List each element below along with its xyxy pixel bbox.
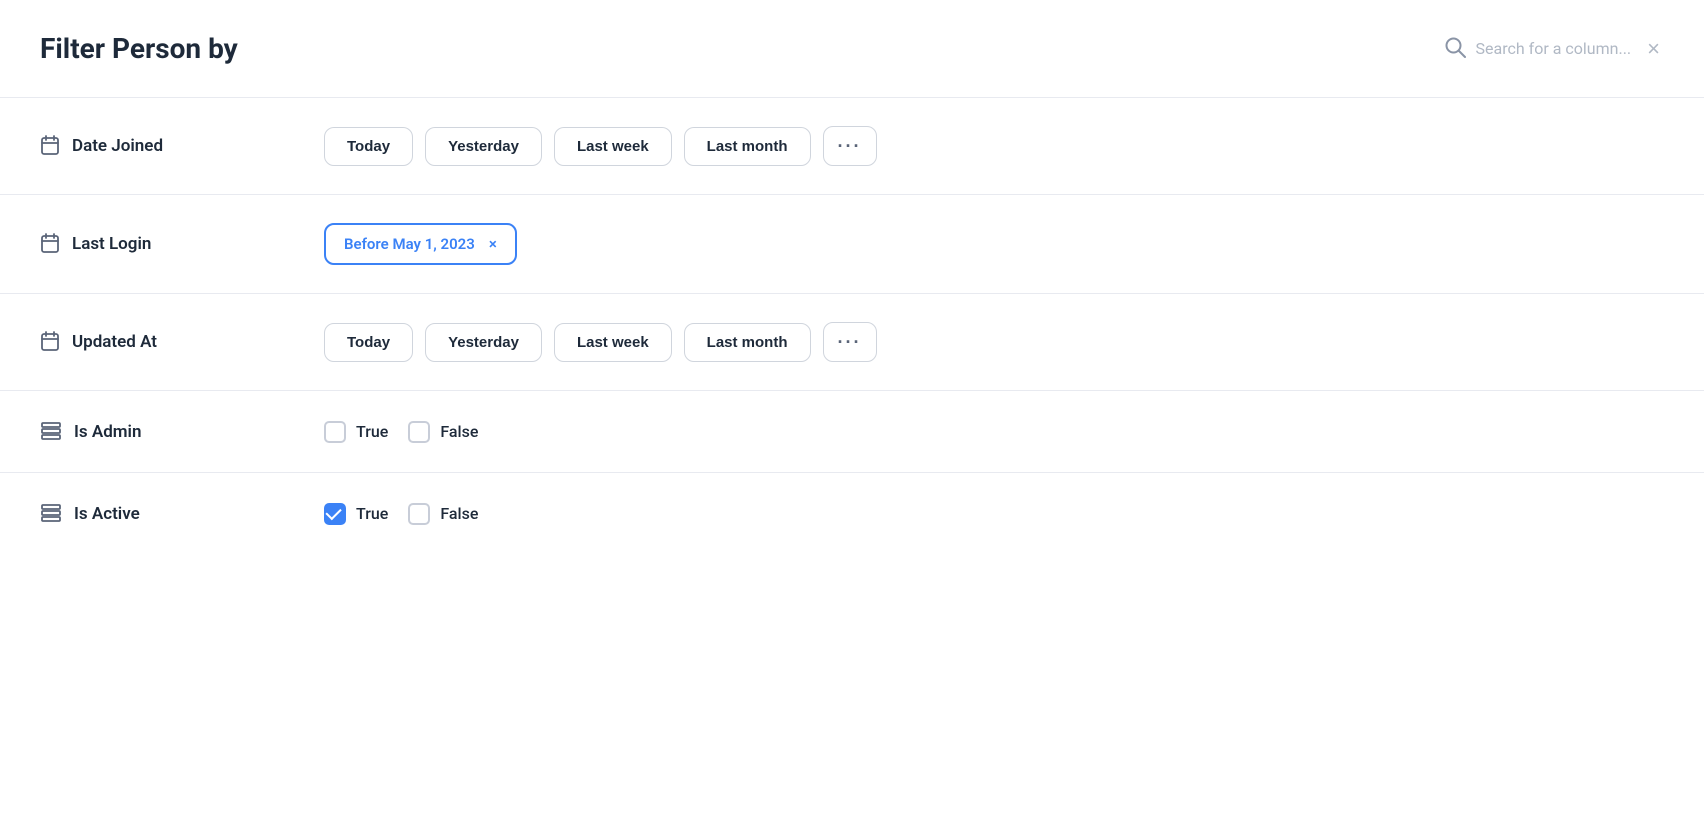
checkbox-box-false-is_active[interactable] — [408, 503, 430, 525]
filter-row-inner-is_active: Is Active True False — [40, 473, 1664, 554]
checkbox-false-label-is_active: False — [440, 504, 478, 523]
filter-panel: Filter Person by Search for a column... … — [0, 0, 1704, 554]
checkbox-false-is_active[interactable]: False — [408, 503, 478, 525]
filter-options-is_admin: True False — [324, 421, 1664, 443]
checkbox-false-label-is_admin: False — [440, 422, 478, 441]
checkbox-true-label-is_active: True — [356, 504, 388, 523]
checkbox-true-is_admin[interactable]: True — [324, 421, 388, 443]
field-name-last_login: Last Login — [72, 234, 151, 254]
active-filter-tag-last_login[interactable]: Before May 1, 2023 × — [324, 223, 517, 265]
checkbox-box-true-is_admin[interactable] — [324, 421, 346, 443]
field-name-is_active: Is Active — [74, 504, 140, 524]
filter-row-inner-last_login: Last Login Before May 1, 2023 × — [40, 195, 1664, 293]
stack-icon — [40, 419, 62, 444]
checkbox-true-is_active[interactable]: True — [324, 503, 388, 525]
checkbox-box-false-is_admin[interactable] — [408, 421, 430, 443]
filter-row-inner-date_joined: Date Joined Today Yesterday Last week Last … — [40, 98, 1664, 194]
field-label-last_login: Last Login — [40, 233, 300, 256]
filter-btn-date_joined-last-month[interactable]: Last month — [684, 127, 811, 166]
field-label-is_admin: Is Admin — [40, 419, 300, 444]
panel-title: Filter Person by — [40, 32, 238, 65]
filter-btn-date_joined-today[interactable]: Today — [324, 127, 413, 166]
search-placeholder-text: Search for a column... — [1476, 39, 1632, 58]
filter-row-last_login: Last Login Before May 1, 2023 × — [40, 195, 1664, 294]
filter-options-last_login: Before May 1, 2023 × — [324, 223, 1664, 265]
filter-btn-updated_at-last-week[interactable]: Last week — [554, 323, 672, 362]
filter-row-is_active: Is Active True False — [40, 473, 1664, 554]
filter-row-inner-updated_at: Updated At Today Yesterday Last week Last m… — [40, 294, 1664, 390]
filter-btn-updated_at-yesterday[interactable]: Yesterday — [425, 323, 542, 362]
filter-rows-container: Date Joined Today Yesterday Last week Last … — [40, 98, 1664, 554]
stack-icon — [40, 501, 62, 526]
remove-filter-last_login[interactable]: × — [489, 235, 497, 253]
field-name-is_admin: Is Admin — [74, 422, 141, 442]
field-label-updated_at: Updated At — [40, 331, 300, 354]
calendar-icon — [40, 331, 60, 354]
filter-btn-date_joined-yesterday[interactable]: Yesterday — [425, 127, 542, 166]
search-icon — [1444, 36, 1466, 62]
close-button[interactable]: × — [1643, 34, 1664, 64]
panel-header: Filter Person by Search for a column... … — [40, 32, 1664, 65]
filter-row-date_joined: Date Joined Today Yesterday Last week Last … — [40, 98, 1664, 195]
filter-row-updated_at: Updated At Today Yesterday Last week Last m… — [40, 294, 1664, 391]
checkbox-group-is_admin: True False — [324, 421, 478, 443]
filter-row-is_admin: Is Admin True False — [40, 391, 1664, 473]
filter-btn-updated_at-last-month[interactable]: Last month — [684, 323, 811, 362]
checkbox-true-label-is_admin: True — [356, 422, 388, 441]
filter-btn-more-date_joined[interactable]: ··· — [823, 126, 877, 166]
filter-btn-date_joined-last-week[interactable]: Last week — [554, 127, 672, 166]
calendar-icon — [40, 135, 60, 158]
filter-btn-updated_at-today[interactable]: Today — [324, 323, 413, 362]
filter-row-inner-is_admin: Is Admin True False — [40, 391, 1664, 472]
filter-options-date_joined: Today Yesterday Last week Last month ··· — [324, 126, 1664, 166]
field-name-updated_at: Updated At — [72, 332, 157, 352]
filter-options-updated_at: Today Yesterday Last week Last month ··· — [324, 322, 1664, 362]
calendar-icon — [40, 233, 60, 256]
field-name-date_joined: Date Joined — [72, 136, 163, 156]
field-label-is_active: Is Active — [40, 501, 300, 526]
checkbox-false-is_admin[interactable]: False — [408, 421, 478, 443]
search-area: Search for a column... — [1444, 36, 1632, 62]
checkbox-group-is_active: True False — [324, 503, 478, 525]
header-right: Search for a column... × — [1444, 34, 1664, 64]
filter-btn-more-updated_at[interactable]: ··· — [823, 322, 877, 362]
active-filter-text-last_login: Before May 1, 2023 — [344, 235, 475, 253]
checkbox-box-true-is_active[interactable] — [324, 503, 346, 525]
filter-options-is_active: True False — [324, 503, 1664, 525]
field-label-date_joined: Date Joined — [40, 135, 300, 158]
